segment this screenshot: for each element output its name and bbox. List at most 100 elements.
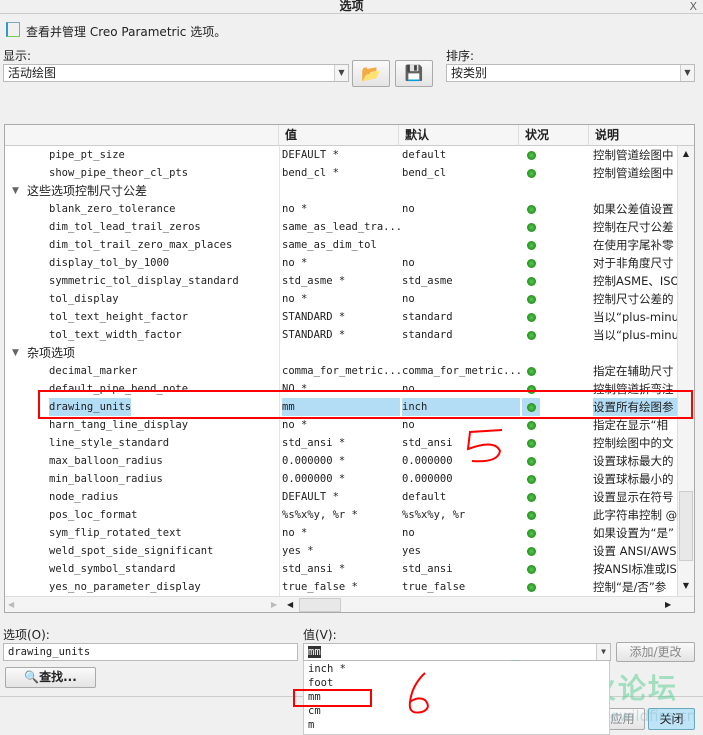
status-ok-icon <box>527 529 536 538</box>
display-select[interactable]: 活动绘图 ▼ <box>3 64 349 82</box>
annotation-box <box>293 689 372 707</box>
table-row[interactable]: blank_zero_tolerance no * no 如果公差值设置 <box>5 200 678 218</box>
scroll-down-icon[interactable]: ▼ <box>678 578 694 594</box>
table-row[interactable]: symmetric_tol_display_standard std_asme … <box>5 272 678 290</box>
annotation-step5 <box>466 429 503 463</box>
option-name: weld_spot_side_significant <box>49 545 214 557</box>
status-ok-icon <box>527 547 536 556</box>
table-row[interactable]: tol_text_height_factor STANDARD * standa… <box>5 308 678 326</box>
option-value: %s%x%y, %r * <box>282 509 358 521</box>
scrollbar-thumb[interactable] <box>299 598 341 612</box>
table-row[interactable]: decimal_marker comma_for_metric... comma… <box>5 362 678 380</box>
table-row[interactable]: sym_flip_rotated_text no * no 如果设置为“是” <box>5 524 678 542</box>
sort-select[interactable]: 按类别 ▼ <box>446 64 695 82</box>
dropdown-option[interactable]: inch * <box>308 662 605 676</box>
option-default: std_ansi <box>402 563 453 575</box>
save-file-button[interactable]: 💾 <box>395 60 433 87</box>
option-default: bend_cl <box>402 167 447 179</box>
table-row[interactable]: min_balloon_radius 0.000000 * 0.000000 设… <box>5 470 678 488</box>
option-default: no <box>402 527 415 539</box>
table-row[interactable]: line_style_standard std_ansi * std_ansi … <box>5 434 678 452</box>
status-ok-icon <box>527 367 536 376</box>
close-icon[interactable]: X <box>689 0 697 13</box>
option-input[interactable]: drawing_units <box>3 643 298 661</box>
option-value: true_false * <box>282 581 358 593</box>
table-row[interactable]: node_radius DEFAULT * default 设置显示在符号 <box>5 488 678 506</box>
column-header-desc[interactable]: 说明 <box>589 125 694 146</box>
group-row[interactable]: ▼ 杂项选项 <box>5 344 678 362</box>
option-desc: 当以“plus-minu <box>593 328 677 342</box>
table-row[interactable]: pipe_pt_size DEFAULT * default 控制管道绘图中 <box>5 146 678 164</box>
option-value: std_asme * <box>282 275 346 287</box>
table-row[interactable]: show_pipe_theor_cl_pts bend_cl * bend_cl… <box>5 164 678 182</box>
option-value: no * <box>282 257 308 269</box>
find-button[interactable]: 🔍查找... <box>5 667 96 688</box>
option-desc: 如果公差值设置 <box>593 202 674 216</box>
table-row[interactable]: weld_spot_side_significant yes * yes 设置 … <box>5 542 678 560</box>
status-ok-icon <box>527 313 536 322</box>
option-desc: 对于非角度尺寸 <box>593 256 674 270</box>
option-default: comma_for_metric... <box>402 365 520 377</box>
option-desc: 控制“是/否”参 <box>593 580 667 594</box>
group-row[interactable]: ▼ 这些选项控制尺寸公差 <box>5 182 678 200</box>
option-default: default <box>402 149 447 161</box>
option-desc: 控制尺寸公差的 <box>593 292 674 306</box>
column-header-name[interactable] <box>5 125 279 146</box>
scrollbar-thumb[interactable] <box>679 491 693 561</box>
scroll-right-icon[interactable]: ▶ <box>271 597 277 613</box>
column-header-default[interactable]: 默认 <box>399 125 519 146</box>
option-desc: 控制管道绘图中 <box>593 148 674 162</box>
table-row[interactable]: display_tol_by_1000 no * no 对于非角度尺寸 <box>5 254 678 272</box>
group-label: 杂项选项 <box>27 346 76 360</box>
table-row[interactable]: tol_display no * no 控制尺寸公差的 <box>5 290 678 308</box>
folder-open-icon: 📂 <box>361 64 381 83</box>
option-value: same_as_dim_tol <box>282 239 377 251</box>
scroll-left-icon[interactable]: ◀ <box>8 597 14 613</box>
table-row[interactable]: dim_tol_trail_zero_max_places same_as_di… <box>5 236 678 254</box>
horizontal-scrollbar[interactable]: ◀ ▶ ◀ ▶ <box>5 596 694 612</box>
status-ok-icon <box>527 205 536 214</box>
save-icon: 💾 <box>404 64 424 82</box>
option-default: yes <box>402 545 421 557</box>
option-name: tol_text_width_factor <box>49 329 182 341</box>
scroll-right-icon[interactable]: ▶ <box>665 597 671 613</box>
option-desc: 此字符串控制 @ <box>593 508 677 522</box>
column-header-value[interactable]: 值 <box>279 125 399 146</box>
table-row[interactable]: tol_text_width_factor STANDARD * standar… <box>5 326 678 344</box>
table-row[interactable]: dim_tol_lead_trail_zeros same_as_lead_tr… <box>5 218 678 236</box>
option-name: max_balloon_radius <box>49 455 163 467</box>
option-value: STANDARD * <box>282 329 346 341</box>
magnifier-icon: 🔍 <box>24 670 40 684</box>
dropdown-option[interactable]: m <box>308 718 605 732</box>
option-value: no * <box>282 293 308 305</box>
option-value: 0.000000 * <box>282 473 346 485</box>
status-ok-icon <box>527 295 536 304</box>
scroll-up-icon[interactable]: ▲ <box>678 146 694 162</box>
option-desc: 控制ASME、ISO及 <box>593 274 677 288</box>
status-ok-icon <box>527 241 536 250</box>
status-ok-icon <box>527 511 536 520</box>
option-desc: 控制在尺寸公差 <box>593 220 674 234</box>
scroll-left-icon[interactable]: ◀ <box>287 597 293 613</box>
status-ok-icon <box>527 439 536 448</box>
table-row[interactable]: weld_symbol_standard std_ansi * std_ansi… <box>5 560 678 578</box>
sort-value: 按类别 <box>451 66 488 80</box>
status-ok-icon <box>527 457 536 466</box>
dropdown-option[interactable]: foot <box>308 676 605 690</box>
table-row[interactable]: max_balloon_radius 0.000000 * 0.000000 设… <box>5 452 678 470</box>
column-header-status[interactable]: 状况 <box>519 125 589 146</box>
option-name: weld_symbol_standard <box>49 563 176 575</box>
option-desc: 设置球标最大的 <box>593 454 674 468</box>
table-row[interactable]: yes_no_parameter_display true_false * tr… <box>5 578 678 596</box>
open-file-button[interactable]: 📂 <box>352 60 390 87</box>
option-default: standard <box>402 311 453 323</box>
table-row[interactable]: pos_loc_format %s%x%y, %r * %s%x%y, %r 此… <box>5 506 678 524</box>
option-name: decimal_marker <box>49 365 138 377</box>
option-value: 0.000000 * <box>282 455 346 467</box>
option-value: DEFAULT * <box>282 491 339 503</box>
vertical-scrollbar[interactable]: ▲ ▼ <box>677 146 694 596</box>
option-name: dim_tol_trail_zero_max_places <box>49 239 233 251</box>
status-ok-icon <box>527 331 536 340</box>
option-name: tol_text_height_factor <box>49 311 189 323</box>
option-desc: 设置球标最小的 <box>593 472 674 486</box>
